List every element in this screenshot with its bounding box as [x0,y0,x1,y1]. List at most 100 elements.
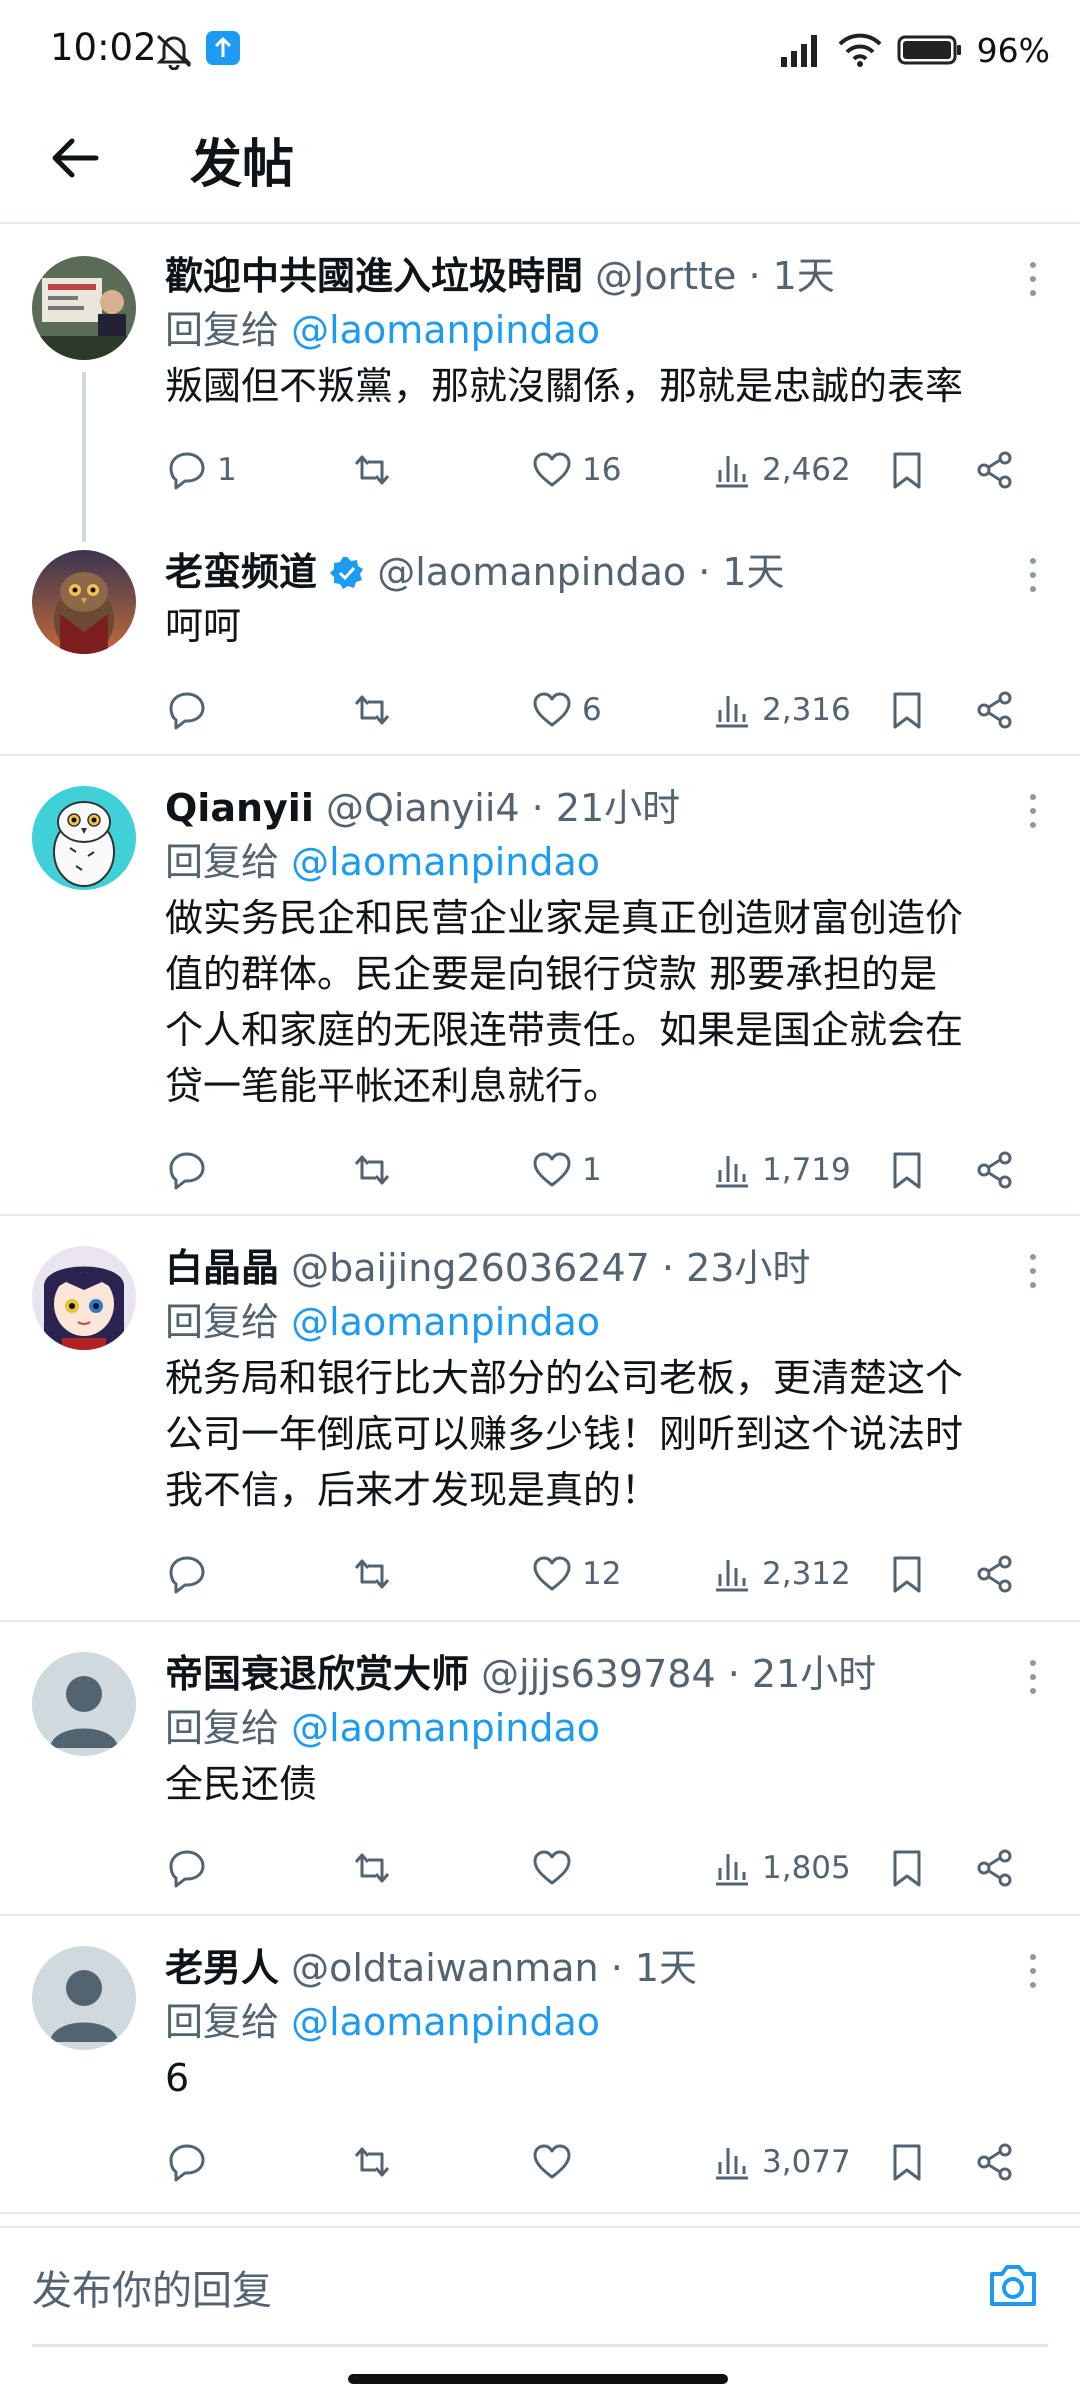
avatar[interactable] [32,256,136,360]
display-name[interactable]: 歡迎中共國進入垃圾時間 [165,254,583,298]
share-button[interactable] [973,2124,1017,2200]
display-name[interactable]: 白晶晶 [165,1246,279,1290]
avatar[interactable] [32,1246,136,1350]
like-button[interactable]: 16 [530,432,621,508]
reply-composer[interactable]: 发布你的回复 [0,2226,1080,2348]
views-button[interactable]: 2,312 [710,1536,851,1612]
share-button[interactable] [973,1830,1017,1906]
display-name[interactable]: 帝国衰退欣赏大师 [165,1652,469,1696]
reply-feed[interactable]: 歡迎中共國進入垃圾時間 @Jortte · 1天 回复给 @laomanpind… [0,226,1080,2214]
tweet[interactable]: 帝国衰退欣赏大师 @jjjs639784 · 21小时 回复给 @laomanp… [0,1640,1080,1906]
tweet-text-line: 个人和家庭的无限连带责任。如果是国企就会在 [165,1008,964,1052]
reply-input[interactable]: 发布你的回复 [32,2258,272,2316]
reply-icon [169,2144,205,2182]
reply-button[interactable] [165,1536,217,1612]
bookmark-button[interactable] [885,432,929,508]
views-button[interactable]: 1,805 [710,1830,851,1906]
tweet[interactable]: Qianyii @Qianyii4 · 21小时 回复给 @laomanpind… [0,774,1080,1208]
action-bar: 1 1,719 [165,1132,1040,1208]
reply-button[interactable]: 1 [165,432,237,508]
reply-icon [169,1556,205,1594]
share-button[interactable] [973,1536,1017,1612]
user-handle[interactable]: @Jortte [595,254,736,298]
mention-link[interactable]: @laomanpindao [291,308,600,352]
default-avatar[interactable] [32,1946,136,2050]
user-handle[interactable]: @laomanpindao [377,550,686,594]
tweet[interactable]: 白晶晶 @baijing26036247 · 23小时 回复给 @laomanp… [0,1234,1080,1612]
views-chart-icon [716,1854,748,1886]
tweet-text: 呵呵 [165,598,1040,654]
reply-prefix: 回复给 [165,1300,280,1344]
mention-link[interactable]: @laomanpindao [291,1300,600,1344]
heart-icon [533,1850,571,1885]
more-options-icon[interactable] [1026,790,1040,834]
more-options-icon[interactable] [1026,258,1040,302]
mention-link[interactable]: @laomanpindao [291,2000,600,2044]
status-right: 96% [779,28,1050,72]
tweet[interactable]: 老男人 @oldtaiwanman · 1天 回复给 @laomanpindao… [0,1934,1080,2200]
reply-button[interactable] [165,1132,217,1208]
view-count: 2,312 [762,1556,851,1592]
bookmark-button[interactable] [885,1830,929,1906]
mention-link[interactable]: @laomanpindao [291,1706,600,1750]
views-button[interactable]: 2,462 [710,432,851,508]
avatar[interactable] [32,550,136,654]
bookmark-icon [893,2144,921,2181]
reply-button[interactable] [165,1830,217,1906]
share-icon [977,1849,1012,1887]
more-options-icon[interactable] [1026,1656,1040,1700]
tweet[interactable]: 老蛮频道 @laomanpindao · 1天 呵呵 6 2,316 [0,538,1080,748]
retweet-button[interactable] [350,432,394,508]
user-handle[interactable]: @jjjs639784 [481,1652,716,1696]
tweet-header: Qianyii @Qianyii4 · 21小时 [165,774,1040,834]
views-button[interactable]: 2,316 [710,672,851,748]
share-button[interactable] [973,1132,1017,1208]
retweet-button[interactable] [350,672,394,748]
action-bar: 1,805 [165,1830,1040,1906]
post-time: · 21小时 [727,1652,877,1696]
retweet-icon [354,1853,390,1883]
display-name[interactable]: 老男人 [165,1946,279,1990]
views-button[interactable]: 1,719 [710,1132,851,1208]
like-button[interactable] [530,1830,582,1906]
bookmark-button[interactable] [885,2124,929,2200]
gesture-nav-bar[interactable] [348,2374,728,2384]
bookmark-button[interactable] [885,1536,929,1612]
reply-count: 1 [217,452,237,488]
default-avatar[interactable] [32,1652,136,1756]
like-button[interactable]: 1 [530,1132,602,1208]
mention-link[interactable]: @laomanpindao [291,840,600,884]
tweet[interactable]: 歡迎中共國進入垃圾時間 @Jortte · 1天 回复给 @laomanpind… [0,250,1080,508]
share-button[interactable] [973,432,1017,508]
avatar[interactable] [32,786,136,890]
reply-button[interactable] [165,672,217,748]
user-handle[interactable]: @baijing26036247 [291,1246,650,1290]
camera-icon[interactable] [984,2256,1042,2314]
more-options-icon[interactable] [1026,1950,1040,1994]
retweet-button[interactable] [350,1536,394,1612]
retweet-button[interactable] [350,1830,394,1906]
user-handle[interactable]: @Qianyii4 [326,786,520,830]
like-button[interactable]: 6 [530,672,602,748]
views-button[interactable]: 3,077 [710,2124,851,2200]
tweet-header: 白晶晶 @baijing26036247 · 23小时 [165,1234,1040,1294]
share-button[interactable] [973,672,1017,748]
like-button[interactable]: 12 [530,1536,621,1612]
more-options-icon[interactable] [1026,1250,1040,1294]
like-button[interactable] [530,2124,582,2200]
tweet-text: 6 [165,2050,1040,2106]
display-name[interactable]: Qianyii [165,786,314,830]
bookmark-icon [893,1850,921,1887]
user-handle[interactable]: @oldtaiwanman [291,1946,599,1990]
retweet-button[interactable] [350,1132,394,1208]
arrow-left-icon[interactable] [46,128,106,188]
reply-button[interactable] [165,2124,217,2200]
bookmark-button[interactable] [885,1132,929,1208]
retweet-button[interactable] [350,2124,394,2200]
bookmark-icon [893,452,921,489]
views-chart-icon [716,696,748,728]
post-time: · 1天 [748,254,835,298]
more-options-icon[interactable] [1026,554,1040,598]
display-name[interactable]: 老蛮频道 [165,550,317,594]
bookmark-button[interactable] [885,672,929,748]
